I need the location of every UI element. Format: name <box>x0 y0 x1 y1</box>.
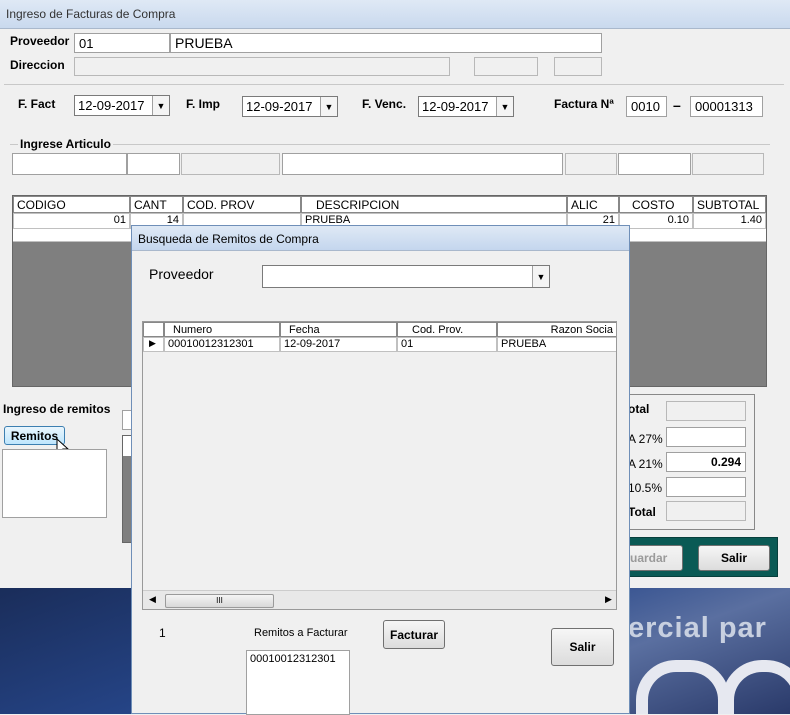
articulo-subtotal-input[interactable] <box>692 153 764 175</box>
remitos-count: 1 <box>159 626 166 640</box>
grid-row-selector[interactable]: ▶ <box>143 337 164 352</box>
direccion-input[interactable] <box>74 57 450 76</box>
grid-header-descripcion[interactable]: DESCRIPCION <box>301 196 567 213</box>
subtotal-field[interactable] <box>666 401 746 421</box>
chevron-down-icon[interactable]: ▼ <box>496 97 513 116</box>
dialog-salir-button[interactable]: Salir <box>551 628 614 666</box>
chevron-down-icon[interactable]: ▼ <box>320 97 337 116</box>
grid-header-cant[interactable]: CANT <box>130 196 183 213</box>
chevron-down-icon[interactable]: ▼ <box>152 96 169 115</box>
grid-header-costo[interactable]: COSTO <box>619 196 693 213</box>
iva105-label: 10.5% <box>628 481 663 495</box>
proveedor-label: Proveedor <box>10 34 70 48</box>
remitos-a-facturar-list[interactable]: 00010012312301 <box>246 650 350 715</box>
grid-cell-subtotal[interactable]: 1.40 <box>693 213 766 229</box>
grid-row-header-corner <box>143 322 164 337</box>
background-logo-shape <box>722 660 790 714</box>
grid-header-fecha[interactable]: Fecha <box>280 322 397 337</box>
guardar-button[interactable]: uardar <box>626 545 683 571</box>
grid-cell-numero[interactable]: 00010012312301 <box>164 337 280 352</box>
proveedor-code-input[interactable]: 01 <box>74 33 170 53</box>
f-fact-combo[interactable]: 12-09-2017 ▼ <box>74 95 170 116</box>
remitos-list-item[interactable]: 00010012312301 <box>250 653 346 665</box>
grid-header-cod-prov[interactable]: Cod. Prov. <box>397 322 497 337</box>
f-fact-label: F. Fact <box>18 97 56 111</box>
remitos-grid[interactable]: Numero Fecha Cod. Prov. Razon Socia ▶ 00… <box>142 321 617 610</box>
localidad-input[interactable] <box>474 57 538 76</box>
factura-pv-input[interactable]: 0010 <box>626 96 667 117</box>
scroll-left-icon[interactable]: ◀ <box>149 594 156 605</box>
direccion-label: Direccion <box>10 58 65 72</box>
scroll-thumb[interactable]: III <box>165 594 274 608</box>
separator <box>4 84 784 85</box>
grid-cell-costo[interactable]: 0.10 <box>619 213 693 229</box>
total-label: Total <box>628 505 656 519</box>
f-imp-combo[interactable]: 12-09-2017 ▼ <box>242 96 338 117</box>
iva27-field[interactable] <box>666 427 746 447</box>
factura-label: Factura Nª <box>554 97 614 111</box>
articulo-codigo-input[interactable] <box>12 153 127 175</box>
f-venc-label: F. Venc. <box>362 97 407 111</box>
grid-header-subtotal[interactable]: SUBTOTAL <box>693 196 766 213</box>
grid-header-numero[interactable]: Numero <box>164 322 280 337</box>
background-text: ercial par <box>628 612 767 644</box>
remitos-list[interactable] <box>2 449 107 518</box>
f-fact-value: 12-09-2017 <box>78 98 145 113</box>
factura-num-input[interactable]: 00001313 <box>690 96 763 117</box>
factura-separator: – <box>673 97 681 113</box>
total-field[interactable] <box>666 501 746 521</box>
subtotal-label: otal <box>628 402 650 416</box>
grid-cell-cod-prov[interactable]: 01 <box>397 337 497 352</box>
articulo-descripcion-input[interactable] <box>282 153 563 175</box>
iva21-label: A 21% <box>628 457 663 471</box>
articulo-alic-input[interactable] <box>565 153 617 175</box>
busqueda-dialog: Busqueda de Remitos de Compra Proveedor … <box>131 225 630 715</box>
articulo-cant-input[interactable] <box>127 153 180 175</box>
articulo-costo-input[interactable] <box>618 153 691 175</box>
dialog-title-bar: Busqueda de Remitos de Compra <box>132 226 629 251</box>
horizontal-scrollbar[interactable]: ◀ III ▶ <box>143 590 616 609</box>
grid-cell-fecha[interactable]: 12-09-2017 <box>280 337 397 352</box>
iva21-field[interactable]: 0.294 <box>666 452 746 472</box>
scroll-grip: III <box>216 596 223 605</box>
facturar-button[interactable]: Facturar <box>383 620 445 649</box>
iva27-label: A 27% <box>628 432 663 446</box>
f-venc-combo[interactable]: 12-09-2017 ▼ <box>418 96 514 117</box>
background-logo-shape <box>636 660 730 714</box>
main-title-bar: Ingreso de Facturas de Compra <box>0 0 790 29</box>
chevron-down-icon[interactable]: ▼ <box>532 266 549 287</box>
remitos-a-facturar-label: Remitos a Facturar <box>254 627 348 639</box>
grid-header-codigo[interactable]: CODIGO <box>13 196 130 213</box>
grid-header-razon-social[interactable]: Razon Socia <box>497 322 616 337</box>
ingreso-remitos-label: Ingreso de remitos <box>3 402 111 416</box>
grid-cell-razon-social[interactable]: PRUEBA <box>497 337 616 352</box>
articulo-codprov-input[interactable] <box>181 153 280 175</box>
iva105-field[interactable] <box>666 477 746 497</box>
grid-header-cod-prov[interactable]: COD. PROV <box>183 196 301 213</box>
dialog-proveedor-combo[interactable]: ▼ <box>262 265 550 288</box>
main-salir-button[interactable]: Salir <box>698 545 770 571</box>
grid-header-alic[interactable]: ALIC <box>567 196 619 213</box>
scroll-right-icon[interactable]: ▶ <box>605 594 612 605</box>
dialog-title: Busqueda de Remitos de Compra <box>138 232 319 246</box>
f-imp-value: 12-09-2017 <box>246 99 313 114</box>
f-venc-value: 12-09-2017 <box>422 99 489 114</box>
cp-input[interactable] <box>554 57 602 76</box>
dialog-proveedor-label: Proveedor <box>149 266 214 282</box>
main-title: Ingreso de Facturas de Compra <box>6 7 176 21</box>
ingrese-articulo-label: Ingrese Articulo <box>18 137 113 151</box>
f-imp-label: F. Imp <box>186 97 221 111</box>
proveedor-name-input[interactable]: PRUEBA <box>170 33 602 53</box>
grid-cell-codigo[interactable]: 01 <box>13 213 130 229</box>
